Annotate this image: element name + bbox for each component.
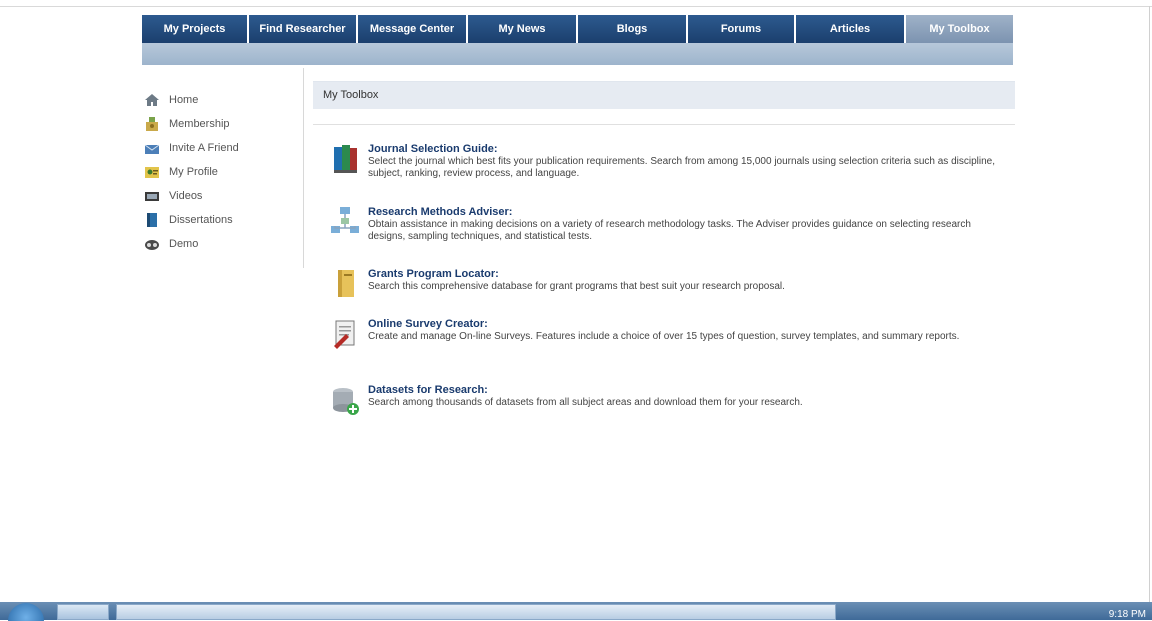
- window-top-border: [0, 6, 1152, 7]
- sidebar-divider: [303, 68, 304, 268]
- sidebar-item-demo[interactable]: Demo: [144, 232, 294, 256]
- tool-description: Select the journal which best fits your …: [368, 156, 995, 179]
- tab-find-researcher[interactable]: Find Researcher: [249, 15, 358, 43]
- folder-icon: [330, 268, 360, 300]
- sidebar-item-dissertations[interactable]: Dissertations: [144, 208, 294, 232]
- invite-icon: [144, 140, 160, 156]
- tool-description: Create and manage On-line Surveys. Featu…: [368, 331, 960, 342]
- home-icon: [144, 92, 160, 108]
- sidebar-item-home[interactable]: Home: [144, 88, 294, 112]
- tab-forums[interactable]: Forums: [688, 15, 796, 43]
- sidebar-item-invite-a-friend[interactable]: Invite A Friend: [144, 136, 294, 160]
- main-nav: My Projects Find Researcher Message Cent…: [142, 15, 1013, 43]
- tool-grants-program-locator: Grants Program Locator: Search this comp…: [330, 268, 998, 300]
- sidebar-item-label: Membership: [169, 118, 230, 130]
- video-icon: [144, 188, 160, 204]
- tab-message-center[interactable]: Message Center: [358, 15, 468, 43]
- page-title-bar: My Toolbox: [313, 81, 1015, 109]
- tool-title-link[interactable]: Online Survey Creator:: [368, 318, 998, 330]
- tab-my-news[interactable]: My News: [468, 15, 578, 43]
- sidebar-item-membership[interactable]: Membership: [144, 112, 294, 136]
- taskbar-clock: 9:18 PM: [1108, 609, 1146, 620]
- window-right-border: [1149, 6, 1150, 602]
- survey-icon: [330, 318, 360, 350]
- sidebar-item-label: My Profile: [169, 166, 218, 178]
- taskbar-app-button[interactable]: [57, 604, 109, 620]
- tool-description: Search this comprehensive database for g…: [368, 281, 785, 292]
- sidebar-item-label: Dissertations: [169, 214, 233, 226]
- profile-icon: [144, 164, 160, 180]
- tool-description: Search among thousands of datasets from …: [368, 397, 803, 408]
- tab-my-toolbox[interactable]: My Toolbox: [906, 15, 1013, 43]
- sidebar-item-my-profile[interactable]: My Profile: [144, 160, 294, 184]
- sidebar: Home Membership Invite A Friend My Profi…: [144, 88, 294, 256]
- tab-blogs[interactable]: Blogs: [578, 15, 688, 43]
- tool-online-survey-creator: Online Survey Creator: Create and manage…: [330, 318, 998, 350]
- tool-title-link[interactable]: Grants Program Locator:: [368, 268, 998, 280]
- tab-articles[interactable]: Articles: [796, 15, 906, 43]
- sidebar-item-videos[interactable]: Videos: [144, 184, 294, 208]
- tool-title-link[interactable]: Research Methods Adviser:: [368, 206, 998, 218]
- book-icon: [144, 212, 160, 228]
- tool-title-link[interactable]: Datasets for Research:: [368, 384, 998, 396]
- nav-subbar: [142, 43, 1013, 65]
- sidebar-item-label: Home: [169, 94, 199, 106]
- sidebar-item-label: Videos: [169, 190, 203, 202]
- tool-journal-selection-guide: Journal Selection Guide: Select the jour…: [330, 143, 998, 180]
- sidebar-item-label: Invite A Friend: [169, 142, 239, 154]
- tool-datasets-for-research: Datasets for Research: Search among thou…: [330, 384, 998, 416]
- tool-description: Obtain assistance in making decisions on…: [368, 219, 971, 242]
- flowchart-icon: [330, 206, 360, 238]
- demo-icon: [144, 236, 160, 252]
- membership-icon: [144, 116, 160, 132]
- page-title: My Toolbox: [323, 89, 379, 101]
- tool-research-methods-adviser: Research Methods Adviser: Obtain assista…: [330, 206, 998, 243]
- database-add-icon: [330, 384, 360, 416]
- tool-title-link[interactable]: Journal Selection Guide:: [368, 143, 998, 155]
- taskbar-window-button[interactable]: [116, 604, 836, 620]
- journal-books-icon: [330, 143, 360, 175]
- sidebar-item-label: Demo: [169, 238, 199, 250]
- divider: [313, 124, 1015, 125]
- tab-my-projects[interactable]: My Projects: [142, 15, 249, 43]
